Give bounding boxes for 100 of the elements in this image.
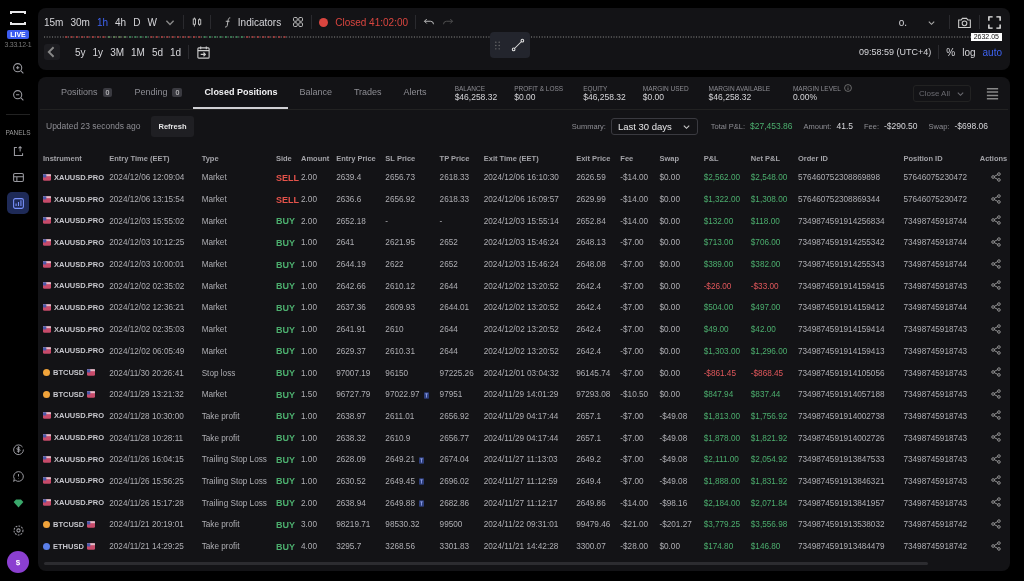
table-cell: 1.50 xyxy=(301,390,317,400)
table-cell: 2642.4 xyxy=(576,281,602,291)
symbol-dropdown[interactable]: o. xyxy=(892,15,942,29)
info-icon[interactable] xyxy=(843,84,852,92)
share-icon[interactable] xyxy=(991,280,1002,291)
updated-text: Updated 23 seconds ago xyxy=(46,121,141,131)
table-cell: - xyxy=(439,216,443,226)
period-dropdown[interactable]: Last 30 days xyxy=(610,117,698,135)
table-cell: 96727.79 xyxy=(336,390,371,400)
share-icon[interactable] xyxy=(991,367,1002,378)
market-status: Closed 41:02:00 xyxy=(335,16,409,28)
panel-tab[interactable]: Trades xyxy=(342,77,393,109)
share-icon[interactable] xyxy=(991,323,1002,334)
chart-panel-button[interactable] xyxy=(7,192,29,214)
net-pnl-cell: -$33.00 xyxy=(750,281,779,291)
table-cell: 98219.71 xyxy=(336,520,371,530)
scale-option-button[interactable]: log xyxy=(962,46,976,58)
table-cell: 73498745918743 xyxy=(903,433,968,443)
table-cell: 2636.6 xyxy=(336,195,362,205)
net-pnl-cell: $497.00 xyxy=(750,303,781,313)
table-cell: 57646075230472 xyxy=(903,173,968,183)
layout-grid-icon[interactable] xyxy=(292,16,305,28)
indicators-button[interactable]: Indicators xyxy=(217,16,286,28)
flag-icon xyxy=(43,217,51,225)
table-cell: 2024/12/06 12:09:04 xyxy=(109,173,185,183)
panel-tab[interactable]: Closed Positions xyxy=(193,77,289,109)
table-cell: 2.00 xyxy=(301,173,317,183)
timeframe-button[interactable]: W xyxy=(147,16,157,28)
scale-option-button[interactable]: auto xyxy=(982,46,1002,58)
drag-handle-icon[interactable] xyxy=(495,40,501,50)
share-icon[interactable] xyxy=(991,540,1002,551)
table-cell: 2024/11/21 20:19:01 xyxy=(109,520,184,530)
table-cell: 7349874591914159415 xyxy=(798,281,885,291)
table-cell: $0.00 xyxy=(659,281,680,291)
share-icon[interactable] xyxy=(991,518,1002,529)
panel-tab[interactable]: Alerts xyxy=(392,77,438,109)
table-cell: 4.00 xyxy=(301,542,317,552)
account-avatar[interactable]: $ xyxy=(7,551,29,573)
column-settings-icon[interactable] xyxy=(985,85,1000,101)
side-cell: BUY xyxy=(275,216,295,227)
range-button[interactable]: 1y xyxy=(92,46,104,58)
settings-icon[interactable] xyxy=(11,524,25,537)
share-icon[interactable] xyxy=(991,301,1002,312)
net-pnl-cell: $2,071.84 xyxy=(750,498,788,508)
table-cell: 2024/12/02 13:20:52 xyxy=(483,325,559,335)
share-icon[interactable] xyxy=(991,215,1002,226)
line-tool-icon[interactable] xyxy=(510,38,525,52)
zoom-in-icon[interactable] xyxy=(11,62,25,75)
share-icon[interactable] xyxy=(991,193,1002,204)
table-cell: 3268.56 xyxy=(385,542,415,552)
range-button[interactable]: 3M xyxy=(110,46,125,58)
table-cell: 73498745918743 xyxy=(903,411,968,421)
stat-value: $46,258.32 xyxy=(708,91,753,102)
table-cell: 2638.94 xyxy=(336,498,366,508)
table-cell: 7349874591914159412 xyxy=(798,303,885,313)
range-button[interactable]: 5y xyxy=(75,46,86,58)
timeframe-button[interactable]: 1h xyxy=(96,16,109,28)
table-cell: 2024/12/02 13:20:52 xyxy=(483,346,559,356)
share-icon[interactable] xyxy=(991,236,1002,247)
share-icon[interactable] xyxy=(991,475,1002,486)
chat-icon[interactable] xyxy=(11,470,25,483)
stat-value: 0.00% xyxy=(792,92,818,102)
table-cell: 2656.77 xyxy=(439,433,470,443)
range-button[interactable]: 1M xyxy=(131,46,145,58)
timeframe-button[interactable]: D xyxy=(133,16,141,28)
share-icon[interactable] xyxy=(991,453,1002,464)
table-cell: 2626.59 xyxy=(576,173,606,183)
scale-option-button[interactable]: % xyxy=(946,46,956,58)
share-icon[interactable] xyxy=(991,432,1002,443)
table-cell: 7349874591913538032 xyxy=(798,520,885,530)
share-icon[interactable] xyxy=(991,410,1002,421)
fullscreen-icon[interactable] xyxy=(987,14,1002,30)
share-icon[interactable] xyxy=(991,497,1002,508)
timeframe-button[interactable]: 15m xyxy=(44,16,64,28)
table-cell: 2024/11/28 10:28:11 xyxy=(109,433,184,443)
zoom-out-icon[interactable] xyxy=(11,89,25,102)
timeframe-button[interactable]: 4h xyxy=(115,16,127,28)
table-cell: 2682.86 xyxy=(439,498,470,508)
calendar-icon[interactable] xyxy=(196,44,212,60)
table-cell: 2611.01 xyxy=(385,411,415,421)
range-button[interactable]: 1d xyxy=(170,46,182,58)
net-pnl-cell: $706.00 xyxy=(750,238,781,248)
share-icon[interactable] xyxy=(991,171,1002,182)
side-cell: BUY xyxy=(275,259,295,270)
panel-tab[interactable]: Balance xyxy=(288,77,343,109)
table-cell: 73498745918744 xyxy=(903,260,968,270)
diamond-icon[interactable] xyxy=(11,497,25,510)
table-cell: 7349874591914256834 xyxy=(798,216,885,226)
range-button[interactable]: 5d xyxy=(151,46,164,58)
table-cell: - xyxy=(385,216,389,226)
table-cell: -$49.08 xyxy=(659,476,688,486)
table-cell: 97225.26 xyxy=(439,368,474,378)
share-icon[interactable] xyxy=(991,258,1002,269)
chevron-left-icon[interactable] xyxy=(44,44,60,60)
candlestick-icon[interactable] xyxy=(190,16,203,28)
share-icon[interactable] xyxy=(991,388,1002,399)
share-icon[interactable] xyxy=(991,345,1002,356)
timeframe-button[interactable]: 30m xyxy=(70,16,90,28)
dollar-clock-icon[interactable] xyxy=(11,443,25,456)
pnl-cell: $847.94 xyxy=(703,390,734,400)
